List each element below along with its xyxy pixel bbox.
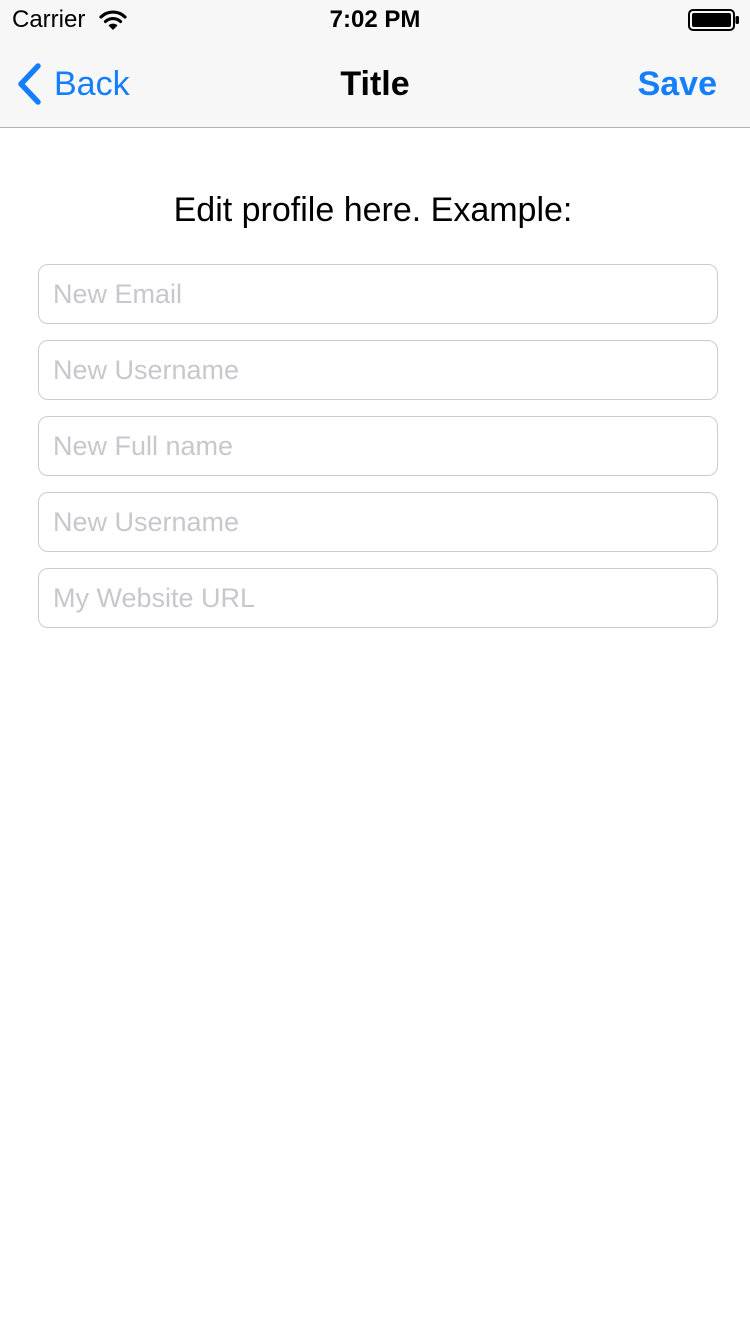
website-url-field[interactable] (38, 568, 718, 628)
battery-icon (688, 9, 739, 31)
new-username-field-2[interactable] (38, 492, 718, 552)
status-bar: Carrier 7:02 PM (0, 0, 750, 40)
instruction-text: Edit profile here. Example: (173, 191, 573, 229)
new-username-field[interactable] (38, 340, 718, 400)
new-full-name-field[interactable] (38, 416, 718, 476)
status-time: 7:02 PM (329, 6, 421, 33)
save-button[interactable]: Save (638, 64, 717, 104)
navigation-bar: Back Title Save (0, 40, 750, 128)
new-email-field[interactable] (38, 264, 718, 324)
screen: Carrier 7:02 PM Back Title Save Edit pro… (0, 0, 750, 1334)
